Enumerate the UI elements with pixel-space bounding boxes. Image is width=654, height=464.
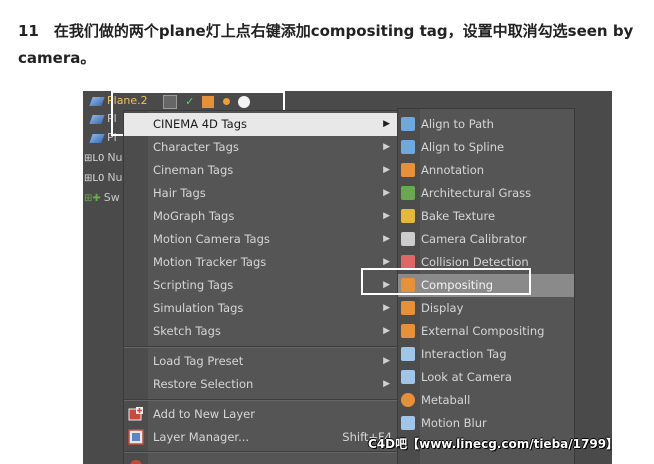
collision-icon xyxy=(401,255,415,269)
align-path-icon xyxy=(401,117,415,131)
plane-icon xyxy=(89,114,105,124)
submenu-arrow-icon: ▶ xyxy=(383,165,390,175)
submenu-item-align-to-path[interactable]: Align to Path xyxy=(398,113,574,136)
menu-separator xyxy=(124,451,398,453)
submenu-item-external-compositing[interactable]: External Compositing xyxy=(398,320,574,343)
submenu-item-annotation[interactable]: Annotation xyxy=(398,159,574,182)
menu-item-add-to-new-layer[interactable]: Add to New Layer xyxy=(124,403,398,426)
cinema4d-screenshot: Plane.2 Pl Pl ⊞L0 Nu ⊞L0 Nu ⊞✚ Sw ✓ CINEM xyxy=(83,91,612,464)
tutorial-caption: 11 在我们做的两个plane灯上点右键添加compositing tag，设置… xyxy=(18,22,634,67)
submenu-item-display[interactable]: Display xyxy=(398,297,574,320)
menu-item-load-tag-preset[interactable]: Load Tag Preset ▶ xyxy=(124,350,398,373)
menu-item-cineman-tags[interactable]: Cineman Tags ▶ xyxy=(124,159,398,182)
highlight-frame xyxy=(361,268,531,295)
submenu-arrow-icon: ▶ xyxy=(383,211,390,221)
display-icon xyxy=(401,301,415,315)
annotation-icon xyxy=(401,163,415,177)
menu-item-character-tags[interactable]: Character Tags ▶ xyxy=(124,136,398,159)
menu-item-cinema4d-tags[interactable]: CINEMA 4D Tags ▶ xyxy=(124,113,398,136)
menu-item-partial[interactable] xyxy=(124,455,398,464)
submenu-item-motion-blur[interactable]: Motion Blur xyxy=(398,412,574,435)
layer-remove-icon xyxy=(128,458,144,464)
plane-icon xyxy=(89,96,105,106)
submenu-arrow-icon: ▶ xyxy=(383,119,390,129)
interaction-icon xyxy=(401,347,415,361)
watermark: C4D吧【www.linecg.com/tieba/1799】 xyxy=(368,437,619,451)
look-at-camera-icon xyxy=(401,370,415,384)
submenu-arrow-icon: ▶ xyxy=(383,303,390,313)
context-menu: CINEMA 4D Tags ▶ Character Tags ▶ Cineman … xyxy=(123,110,399,464)
submenu-item-architectural-grass[interactable]: Architectural Grass xyxy=(398,182,574,205)
menu-item-motion-tracker-tags[interactable]: Motion Tracker Tags ▶ xyxy=(124,251,398,274)
null-icon: ⊞L0 xyxy=(84,153,105,164)
submenu-item-align-to-spline[interactable]: Align to Spline xyxy=(398,136,574,159)
camera-calibrator-icon xyxy=(401,232,415,246)
external-compositing-icon xyxy=(401,324,415,338)
submenu-item-metaball[interactable]: Metaball xyxy=(398,389,574,412)
menu-separator xyxy=(124,346,398,348)
submenu-item-bake-texture[interactable]: Bake Texture xyxy=(398,205,574,228)
menu-item-hair-tags[interactable]: Hair Tags ▶ xyxy=(124,182,398,205)
switch-icon: ⊞✚ xyxy=(84,193,101,204)
menu-item-scripting-tags[interactable]: Scripting Tags ▶ xyxy=(124,274,398,297)
menu-item-layer-manager[interactable]: Layer Manager... Shift+F4 xyxy=(124,426,398,449)
menu-separator xyxy=(124,399,398,401)
menu-item-mograph-tags[interactable]: MoGraph Tags ▶ xyxy=(124,205,398,228)
menu-item-sketch-tags[interactable]: Sketch Tags ▶ xyxy=(124,320,398,343)
submenu-arrow-icon: ▶ xyxy=(383,356,390,366)
plane-icon xyxy=(89,133,105,143)
menu-item-restore-selection[interactable]: Restore Selection ▶ xyxy=(124,373,398,396)
motion-blur-icon xyxy=(401,416,415,430)
submenu-item-look-at-camera[interactable]: Look at Camera xyxy=(398,366,574,389)
metaball-icon xyxy=(401,393,415,407)
submenu-arrow-icon: ▶ xyxy=(383,379,390,389)
align-spline-icon xyxy=(401,140,415,154)
menu-item-simulation-tags[interactable]: Simulation Tags ▶ xyxy=(124,297,398,320)
null-icon: ⊞L0 xyxy=(84,173,105,184)
layer-manager-icon xyxy=(128,429,144,445)
submenu-arrow-icon: ▶ xyxy=(383,326,390,336)
submenu-item-interaction-tag[interactable]: Interaction Tag xyxy=(398,343,574,366)
menu-item-motion-camera-tags[interactable]: Motion Camera Tags ▶ xyxy=(124,228,398,251)
bake-texture-icon xyxy=(401,209,415,223)
submenu-arrow-icon: ▶ xyxy=(383,188,390,198)
grass-icon xyxy=(401,186,415,200)
submenu-arrow-icon: ▶ xyxy=(383,142,390,152)
submenu-arrow-icon: ▶ xyxy=(383,234,390,244)
layer-add-icon xyxy=(128,406,144,422)
submenu-item-camera-calibrator[interactable]: Camera Calibrator xyxy=(398,228,574,251)
